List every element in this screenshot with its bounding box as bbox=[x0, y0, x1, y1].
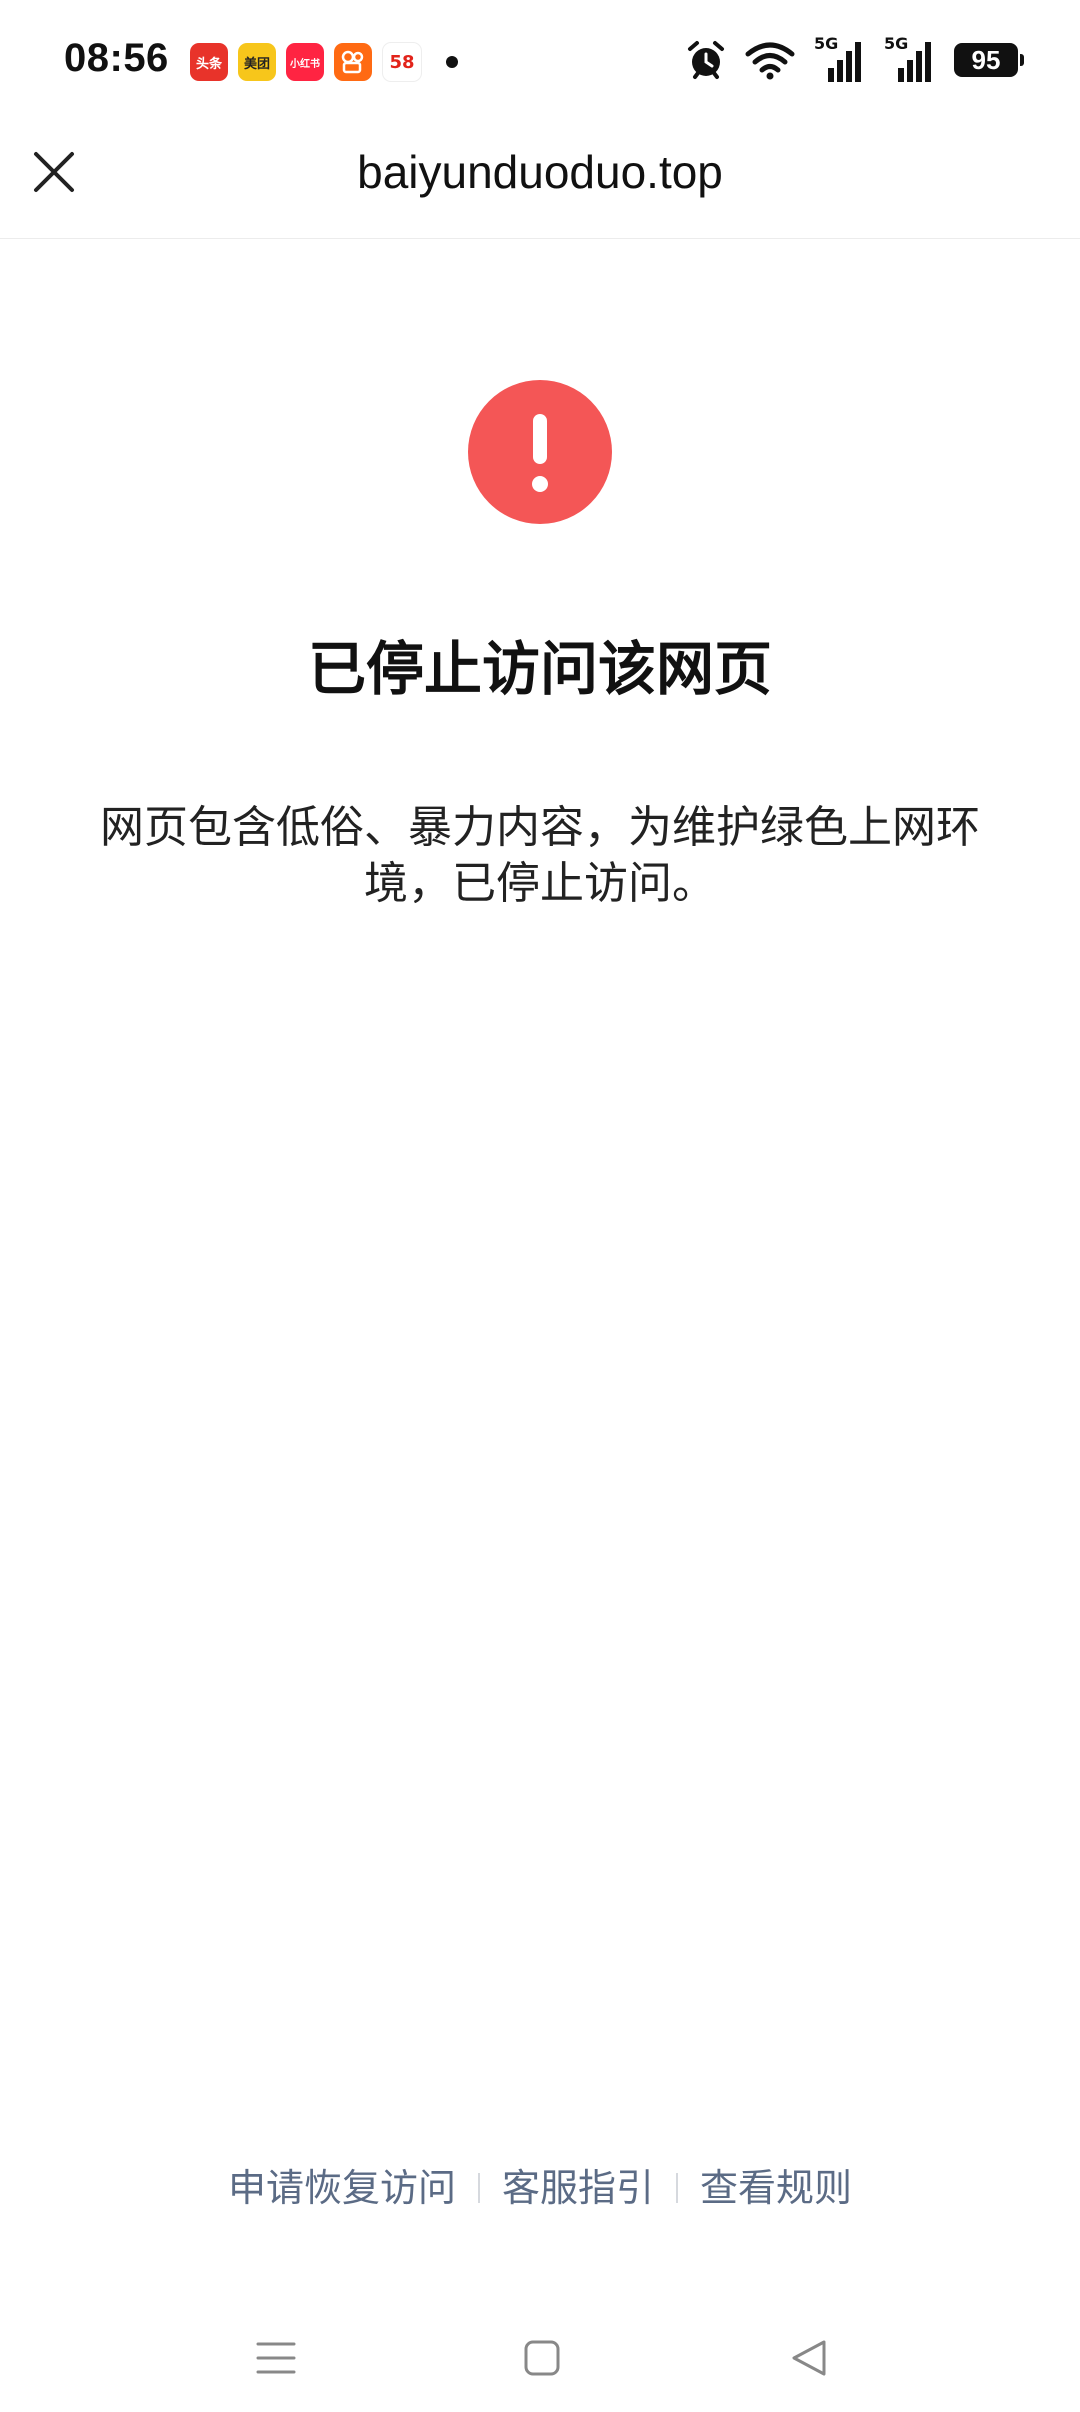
page: 08:56 头条 美团 小红书 58 5G 5G 95 baiyunduoduo… bbox=[0, 0, 1080, 2412]
notification-app-icons: 头条 美团 小红书 58 bbox=[190, 42, 458, 82]
more-notifications-dot bbox=[446, 56, 458, 68]
signal-2: 5G bbox=[884, 34, 936, 82]
xiaohongshu-icon-label: 小红书 bbox=[290, 58, 320, 70]
kuaishou-icon bbox=[334, 43, 372, 81]
menu-icon bbox=[256, 2342, 296, 2374]
58-icon-label: 58 bbox=[389, 51, 415, 73]
signal-bars-icon bbox=[828, 42, 861, 82]
home-nav-button[interactable] bbox=[512, 2328, 572, 2388]
menu-nav-button[interactable] bbox=[246, 2328, 306, 2388]
meituan-icon-label: 美团 bbox=[243, 56, 270, 72]
status-time: 08:56 bbox=[64, 36, 169, 80]
view-rules-link[interactable]: 查看规则 bbox=[700, 2158, 852, 2218]
battery-indicator: 95 bbox=[954, 43, 1024, 77]
battery-level: 95 bbox=[971, 44, 1001, 75]
58-icon: 58 bbox=[382, 42, 422, 82]
page-url-title: baiyunduoduo.top bbox=[357, 146, 723, 198]
title-bar: baiyunduoduo.top bbox=[0, 120, 1080, 239]
alarm-icon bbox=[688, 41, 724, 79]
status-bar: 08:56 头条 美团 小红书 58 5G 5G 95 bbox=[0, 0, 1080, 120]
appeal-access-link[interactable]: 申请恢复访问 bbox=[228, 2158, 456, 2218]
status-right: 5G 5G 95 bbox=[686, 34, 1024, 82]
signal-1: 5G bbox=[814, 34, 866, 82]
warning-icon bbox=[468, 380, 612, 524]
footer-divider bbox=[676, 2173, 678, 2203]
back-triangle-icon bbox=[792, 2340, 826, 2376]
back-nav-button[interactable] bbox=[780, 2328, 840, 2388]
meituan-icon: 美团 bbox=[238, 43, 276, 81]
toutiao-icon-label: 头条 bbox=[195, 56, 222, 72]
toutiao-icon: 头条 bbox=[190, 43, 228, 81]
customer-service-link[interactable]: 客服指引 bbox=[502, 2158, 654, 2218]
xiaohongshu-icon: 小红书 bbox=[286, 43, 324, 81]
footer-links: 申请恢复访问 客服指引 查看规则 bbox=[0, 2158, 1080, 2218]
footer-divider bbox=[477, 2173, 480, 2203]
system-nav-bar bbox=[0, 2300, 1080, 2412]
page-blocked-title: 已停止访问该网页 bbox=[307, 635, 772, 703]
signal-bars-icon bbox=[898, 42, 931, 82]
wifi-icon bbox=[745, 42, 795, 80]
home-square-icon bbox=[524, 2340, 560, 2376]
page-blocked-description: 网页包含低俗、暴力内容，为维护绿色上网环境，已停止访问。 bbox=[100, 802, 980, 909]
